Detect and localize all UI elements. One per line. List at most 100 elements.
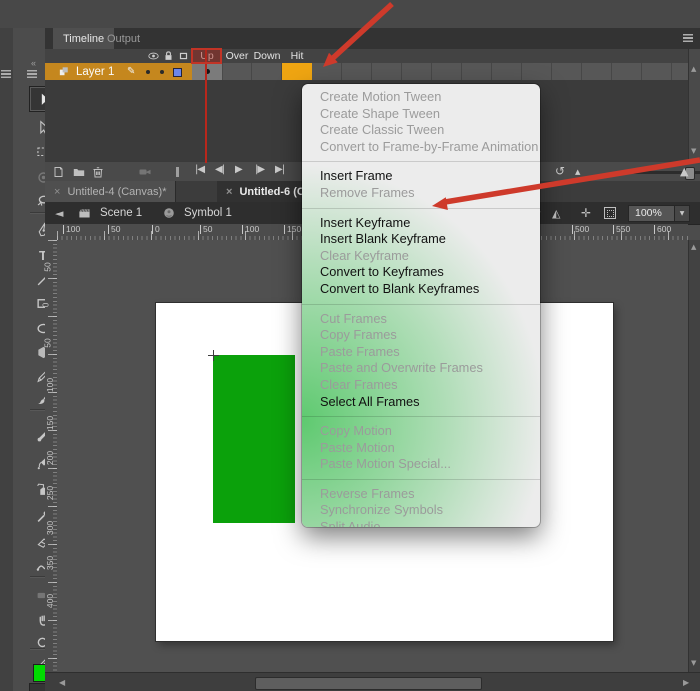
frame-size-slider[interactable] xyxy=(633,171,700,174)
timeline-frame-header: UpOverDownHit xyxy=(45,49,688,63)
dock-panel-menu-icon[interactable] xyxy=(1,70,11,78)
layer-type-icon xyxy=(58,65,71,78)
center-frame-crosshair-icon[interactable]: ✛ xyxy=(581,202,591,224)
tab-output[interactable]: Output xyxy=(97,28,150,49)
doc-tab-untitled-4[interactable]: × Untitled-4 (Canvas)* xyxy=(45,181,176,202)
scroll-down-icon[interactable]: ▼ xyxy=(691,659,696,667)
layer-edit-pencil-icon: ✎ xyxy=(127,66,135,77)
menu-item-split-audio: Split Audio xyxy=(302,519,540,527)
timeline-panel-menu-icon[interactable] xyxy=(683,34,693,42)
tools-panel: « T xyxy=(13,28,46,691)
scroll-up-icon[interactable]: ▲ xyxy=(691,65,696,73)
menu-item-copy-frames: Copy Frames xyxy=(302,327,540,344)
close-tab-icon[interactable]: × xyxy=(226,186,232,198)
tab-output-label: Output xyxy=(107,33,140,45)
new-layer-icon[interactable] xyxy=(51,165,65,179)
frame-label-over[interactable]: Over xyxy=(222,49,252,63)
clip-content-icon[interactable] xyxy=(604,202,616,224)
tools-panel-menu-icon[interactable] xyxy=(27,70,37,78)
close-tab-icon[interactable]: × xyxy=(54,186,60,198)
h-ruler-label: 0 xyxy=(152,225,160,234)
step-forward-icon[interactable]: |▶ xyxy=(255,164,264,175)
h-ruler-label: 600 xyxy=(654,225,671,234)
zoom-level-select[interactable]: 100% ▼ xyxy=(628,205,690,222)
collapse-panel-icon[interactable]: « xyxy=(31,58,37,68)
up-frame-annotation-box xyxy=(191,48,222,64)
menu-item-insert-keyframe[interactable]: Insert Keyframe xyxy=(302,215,540,232)
show-hide-layers-icon[interactable] xyxy=(147,50,160,62)
zoom-in-frames-icon[interactable]: ▲ xyxy=(680,165,688,178)
menu-separator xyxy=(302,161,540,162)
menu-separator xyxy=(302,416,540,417)
menu-item-create-motion-tween: Create Motion Tween xyxy=(302,89,540,106)
zoom-level-caret-icon[interactable]: ▼ xyxy=(674,206,689,221)
timeline-panel-tabbar: Timeline Output xyxy=(45,28,700,49)
scroll-left-icon[interactable]: ◀ xyxy=(59,678,65,687)
layer-frames-track[interactable] xyxy=(192,63,688,80)
menu-item-create-classic-tween: Create Classic Tween xyxy=(302,122,540,139)
playhead[interactable] xyxy=(205,49,207,163)
v-ruler-label: 150 xyxy=(45,416,55,430)
menu-item-reverse-frames: Reverse Frames xyxy=(302,486,540,503)
timeline-vertical-scrollbar[interactable]: ▲ ▼ xyxy=(688,49,700,161)
menu-item-insert-frame[interactable]: Insert Frame xyxy=(302,168,540,185)
v-ruler-label: 300 xyxy=(45,521,55,535)
reset-timeline-zoom-icon[interactable]: ↺ xyxy=(555,164,565,178)
new-folder-icon[interactable] xyxy=(72,165,86,179)
zoom-out-frames-icon[interactable]: ▲ xyxy=(575,168,580,176)
layer-row-header[interactable]: Layer 1 ✎ xyxy=(45,63,192,80)
marker-icon[interactable] xyxy=(176,167,179,177)
menu-item-paste-motion-special: Paste Motion Special... xyxy=(302,456,540,473)
frame-label-hit[interactable]: Hit xyxy=(282,49,312,63)
layer-name-label: Layer 1 xyxy=(76,66,114,78)
menu-item-convert-to-keyframes[interactable]: Convert to Keyframes xyxy=(302,264,540,281)
menu-item-remove-frames: Remove Frames xyxy=(302,185,540,202)
menu-separator xyxy=(302,479,540,480)
layer-visible-dot[interactable] xyxy=(146,70,150,74)
frame-label-down[interactable]: Down xyxy=(252,49,282,63)
outline-layers-icon[interactable] xyxy=(177,50,190,62)
menu-item-create-shape-tween: Create Shape Tween xyxy=(302,106,540,123)
menu-item-select-all-frames[interactable]: Select All Frames xyxy=(302,394,540,411)
zoom-level-value: 100% xyxy=(629,206,674,221)
go-to-first-frame-icon[interactable]: |◀ xyxy=(195,164,204,175)
timeline-layer-row: Layer 1 ✎ xyxy=(45,63,688,80)
play-icon[interactable]: ▶ xyxy=(235,164,242,175)
menu-item-clear-frames: Clear Frames xyxy=(302,377,540,394)
v-ruler-label: 200 xyxy=(45,451,55,465)
back-arrow-icon[interactable]: ◄ xyxy=(55,202,63,224)
scroll-right-icon[interactable]: ▶ xyxy=(683,678,689,687)
edit-symbols-icon[interactable]: ◭ xyxy=(552,202,560,224)
v-ruler-label: 50 xyxy=(43,338,53,347)
lock-layers-icon[interactable] xyxy=(162,50,175,62)
layer-lock-dot[interactable] xyxy=(160,70,164,74)
green-rectangle-shape[interactable] xyxy=(213,355,295,523)
menu-item-convert-to-blank-keyframes[interactable]: Convert to Blank Keyframes xyxy=(302,281,540,298)
scene-clapperboard-icon xyxy=(77,202,92,224)
menu-item-paste-and-overwrite-frames: Paste and Overwrite Frames xyxy=(302,360,540,377)
frame-context-menu: Create Motion TweenCreate Shape TweenCre… xyxy=(302,84,540,527)
menu-item-cut-frames: Cut Frames xyxy=(302,311,540,328)
selected-frame-hit[interactable] xyxy=(282,63,312,80)
go-to-last-frame-icon[interactable]: ▶| xyxy=(275,164,284,175)
h-ruler-label: 150 xyxy=(284,225,301,234)
v-ruler-label: 350 xyxy=(45,556,55,570)
menu-item-insert-blank-keyframe[interactable]: Insert Blank Keyframe xyxy=(302,231,540,248)
layer-outline-color-swatch[interactable] xyxy=(173,68,182,77)
delete-layer-trash-icon[interactable] xyxy=(91,165,105,179)
horizontal-scrollbar-thumb[interactable] xyxy=(255,677,482,690)
scroll-down-icon[interactable]: ▼ xyxy=(691,147,696,155)
breadcrumb-symbol[interactable]: Symbol 1 xyxy=(184,202,232,224)
step-back-icon[interactable]: ◀| xyxy=(215,164,224,175)
scroll-up-icon[interactable]: ▲ xyxy=(691,243,696,251)
keyframe-cell-up[interactable] xyxy=(192,63,223,80)
symbol-icon xyxy=(162,202,176,224)
v-ruler-label: 0 xyxy=(40,303,50,308)
breadcrumb-scene[interactable]: Scene 1 xyxy=(100,202,142,224)
horizontal-scrollbar[interactable]: ◀ ▶ xyxy=(45,672,700,691)
vertical-scrollbar[interactable]: ▲ ▼ xyxy=(688,240,700,672)
application-top-bar xyxy=(0,0,700,29)
h-ruler-label: 100 xyxy=(242,225,259,234)
camera-icon[interactable] xyxy=(138,165,152,179)
h-ruler-label: 500 xyxy=(572,225,589,234)
